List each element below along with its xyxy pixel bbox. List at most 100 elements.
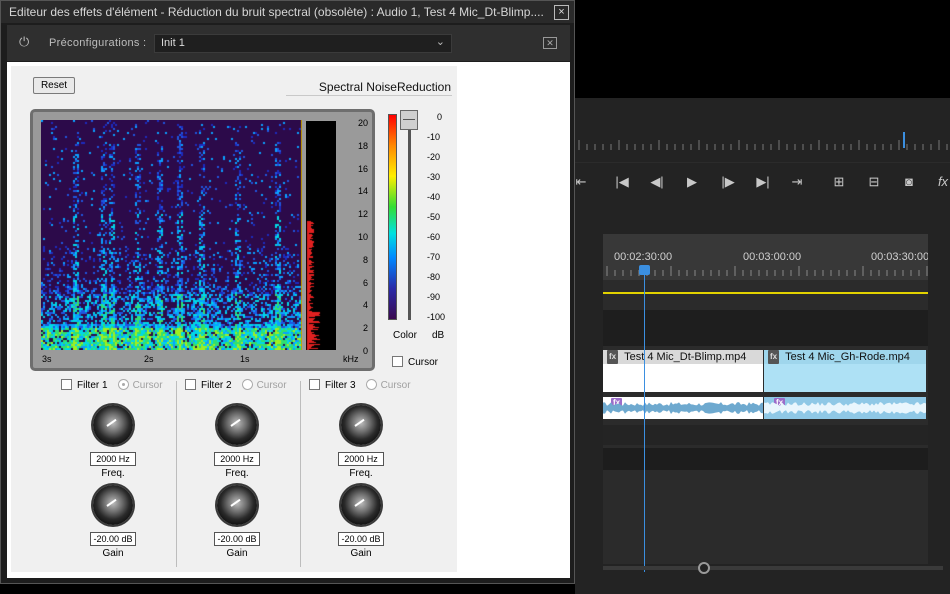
filter-3: Filter 3 Cursor 2000 Hz Freq. -20.00 dB G… xyxy=(299,379,423,569)
gain-label: Gain xyxy=(350,548,372,559)
freq-tick: 8 xyxy=(362,254,368,265)
filter-1-checkbox[interactable] xyxy=(61,379,72,390)
freq-value[interactable]: 2000 Hz xyxy=(90,452,136,466)
gain-value[interactable]: -20.00 dB xyxy=(338,532,384,546)
db-tick: -40 xyxy=(427,192,441,202)
db-tick: -90 xyxy=(427,292,441,302)
video-clip-1[interactable]: fx Test 4 Mic_Dt-Blimp.mp4 xyxy=(603,350,763,392)
audio-track[interactable] xyxy=(603,425,928,445)
plugin-panel: Reset Spectral NoiseReduction 20 18 16 14 12… xyxy=(7,62,570,578)
fx-icon[interactable]: fx xyxy=(934,172,950,192)
freq-tick: 18 xyxy=(357,140,368,151)
freq-knob[interactable] xyxy=(341,405,381,445)
timecode-label: 00:02:30:00 xyxy=(614,251,673,263)
db-axis: 0 -10 -20 -30 -40 -50 -60 -70 -80 -90 -100 xyxy=(423,112,453,322)
gain-knob[interactable] xyxy=(217,485,257,525)
preset-bar: ⏻ Préconfigurations : Init 1 ⌄ ✕ xyxy=(7,25,570,61)
threshold-slider-track[interactable] xyxy=(408,114,411,320)
freq-tick: 12 xyxy=(357,209,368,220)
filter-1: Filter 1 Cursor 2000 Hz Freq. -20.00 dB G… xyxy=(51,379,175,569)
timecode-label: 00:03:30:00 xyxy=(871,251,928,263)
time-tick: 2s xyxy=(144,354,154,364)
gain-value[interactable]: -20.00 dB xyxy=(214,532,260,546)
clip-name: Test 4 Mic_Dt-Blimp.mp4 xyxy=(624,351,747,363)
power-icon[interactable]: ⏻ xyxy=(19,35,33,49)
cursor-checkbox[interactable]: Cursor xyxy=(392,356,438,368)
freq-knob[interactable] xyxy=(217,405,257,445)
freq-tick: 16 xyxy=(357,163,368,174)
audio-clip-1[interactable]: fx xyxy=(603,397,763,419)
freq-value[interactable]: 2000 Hz xyxy=(214,452,260,466)
spectrogram-frame: 20 18 16 14 12 10 8 6 4 2 0 3s 2s 1s kHz xyxy=(30,109,375,371)
go-to-previous-edit-icon[interactable]: |◀ xyxy=(613,172,631,192)
filter-label: Filter 3 xyxy=(325,380,356,391)
zoom-handle[interactable] xyxy=(698,562,710,574)
freq-value[interactable]: 2000 Hz xyxy=(338,452,384,466)
spectrum-profile xyxy=(306,121,336,350)
plugin-name: Spectral NoiseReduction xyxy=(318,80,451,94)
color-scale xyxy=(388,114,397,320)
step-back-icon[interactable]: ◀| xyxy=(648,172,666,192)
timeline-scrollbar[interactable] xyxy=(603,566,943,570)
db-label: dB xyxy=(432,330,445,341)
audio-clip-2[interactable]: fx xyxy=(764,397,926,419)
camera-icon[interactable]: ◙ xyxy=(900,172,918,192)
db-tick: -50 xyxy=(427,212,441,222)
monitor-time-ruler[interactable] xyxy=(575,98,950,162)
freq-tick: 20 xyxy=(357,118,368,128)
freq-tick: 14 xyxy=(357,186,368,197)
cursor-radio[interactable] xyxy=(365,379,377,390)
time-tick: 3s xyxy=(42,354,52,364)
db-tick: -30 xyxy=(427,172,441,182)
delete-preset-icon[interactable]: ✕ xyxy=(543,37,557,49)
filter-label: Filter 1 xyxy=(77,380,108,391)
cursor-radio[interactable] xyxy=(241,379,253,390)
preset-dropdown[interactable]: Init 1 ⌄ xyxy=(154,34,452,53)
fx-badge: fx xyxy=(768,350,780,364)
time-tick: 1s xyxy=(240,354,250,364)
gain-label: Gain xyxy=(102,548,124,559)
empty-video-track[interactable] xyxy=(603,310,928,346)
dialog-titlebar[interactable]: Editeur des effets d'élément - Réduction… xyxy=(1,1,574,23)
db-tick: -20 xyxy=(427,152,441,162)
close-button[interactable]: × xyxy=(554,5,569,20)
freq-label: Freq. xyxy=(225,468,249,479)
go-to-next-edit-icon[interactable]: ▶| xyxy=(754,172,772,192)
cursor-label: Cursor xyxy=(132,380,163,391)
freq-tick: 0 xyxy=(362,346,368,356)
frequency-axis: 20 18 16 14 12 10 8 6 4 2 0 xyxy=(340,118,370,356)
threshold-slider-thumb[interactable] xyxy=(400,110,418,130)
filter-section: Filter 1 Cursor 2000 Hz Freq. -20.00 dB G… xyxy=(51,379,451,569)
checkbox-box[interactable] xyxy=(392,356,403,367)
freq-knob[interactable] xyxy=(93,405,133,445)
gain-label: Gain xyxy=(226,548,248,559)
freq-tick: 10 xyxy=(357,232,368,242)
chevron-down-icon: ⌄ xyxy=(435,36,445,48)
preset-label: Préconfigurations : xyxy=(49,37,147,49)
work-area-bar[interactable] xyxy=(603,292,928,294)
video-clip-2[interactable]: fx Test 4 Mic_Gh-Rode.mp4 xyxy=(764,350,926,392)
filter-3-checkbox[interactable] xyxy=(309,379,320,390)
gain-knob[interactable] xyxy=(93,485,133,525)
audio-track[interactable] xyxy=(603,448,928,470)
db-tick: -10 xyxy=(427,132,441,142)
reset-button[interactable]: Reset xyxy=(33,77,75,94)
lift-icon[interactable]: ⊞ xyxy=(830,172,848,192)
gain-value[interactable]: -20.00 dB xyxy=(90,532,136,546)
go-to-out-icon[interactable]: ⇥ xyxy=(788,172,806,192)
db-tick: -60 xyxy=(427,232,441,242)
freq-unit: kHz xyxy=(343,354,359,364)
timecode-label: 00:03:00:00 xyxy=(743,251,802,263)
freq-label: Freq. xyxy=(101,468,125,479)
db-tick: -100 xyxy=(427,312,446,322)
extract-icon[interactable]: ⊟ xyxy=(865,172,883,192)
gain-knob[interactable] xyxy=(341,485,381,525)
spectrogram[interactable] xyxy=(41,120,302,350)
play-icon[interactable]: ▶ xyxy=(683,172,701,192)
playhead-handle[interactable] xyxy=(639,265,650,275)
filter-2-checkbox[interactable] xyxy=(185,379,196,390)
step-forward-icon[interactable]: |▶ xyxy=(719,172,737,192)
cursor-radio[interactable] xyxy=(117,379,129,390)
freq-tick: 4 xyxy=(362,300,368,311)
playhead-line[interactable] xyxy=(644,272,645,572)
